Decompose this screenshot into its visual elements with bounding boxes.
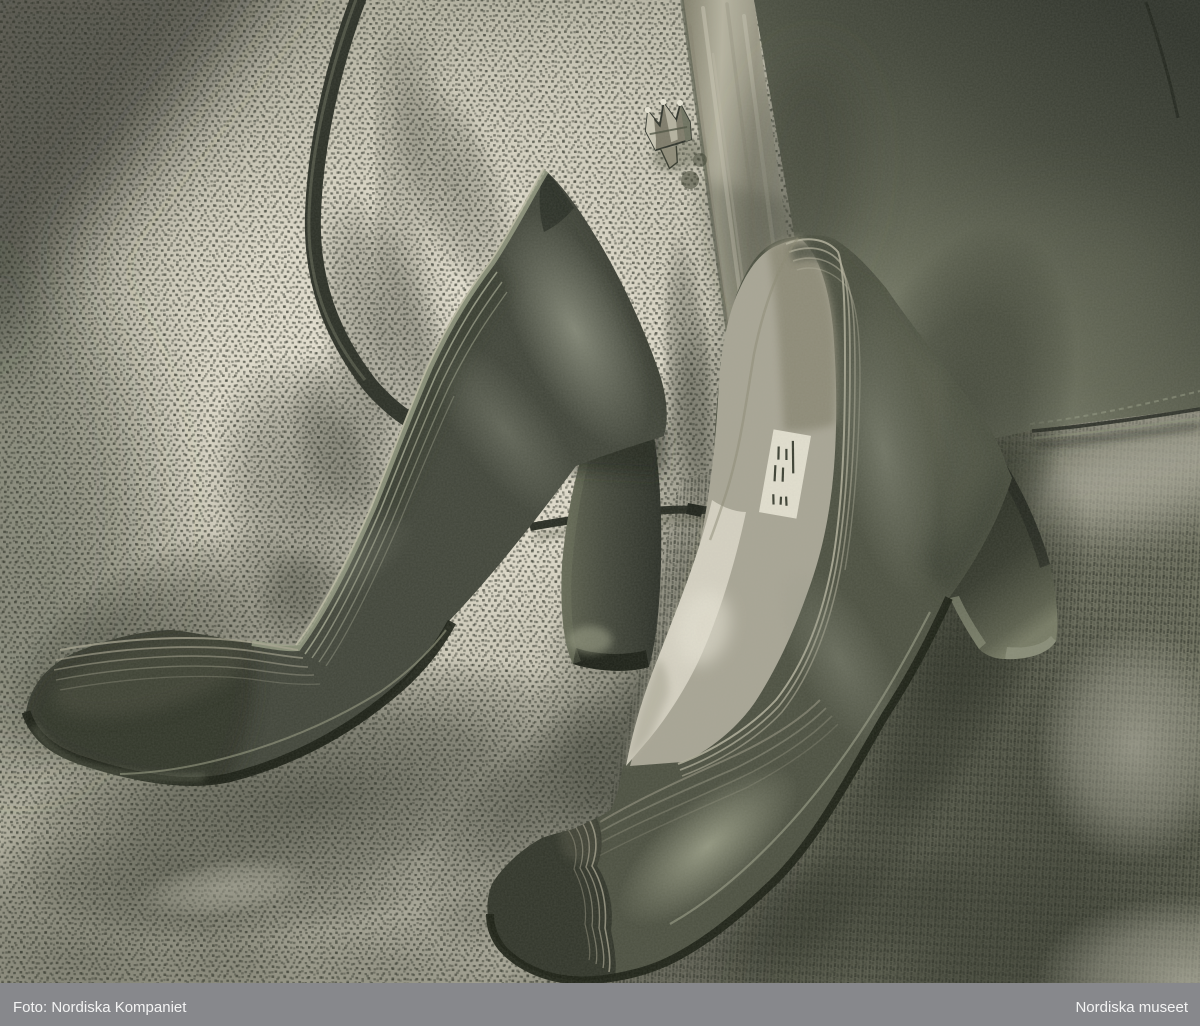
svg-text:Foto: Nordiska Kompaniet: Foto: Nordiska Kompaniet — [13, 999, 187, 1016]
svg-text:Nordiska museet: Nordiska museet — [1075, 999, 1188, 1016]
